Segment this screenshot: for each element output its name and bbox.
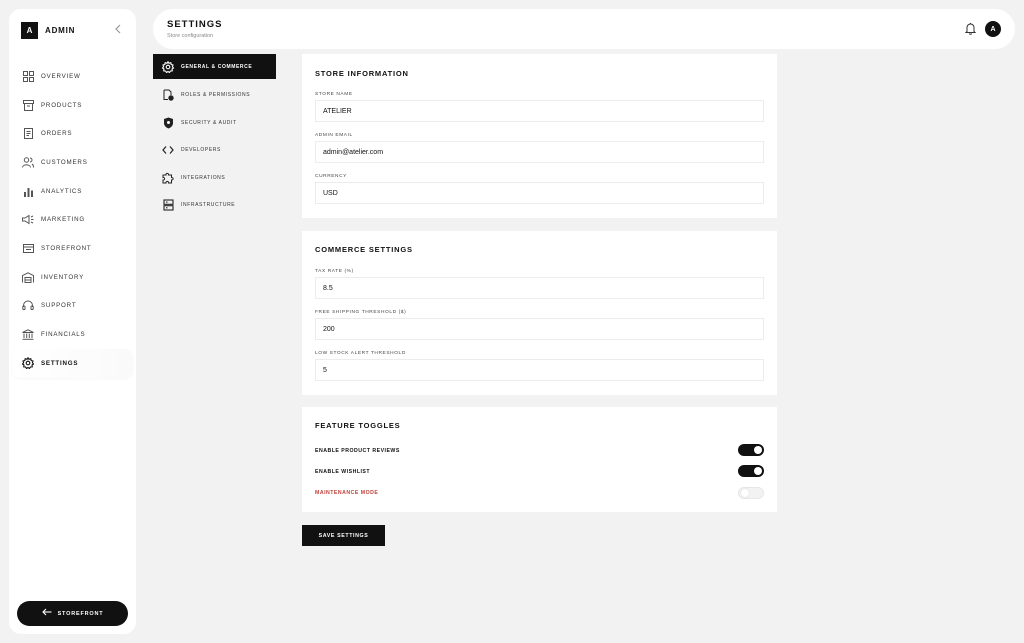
sidebar-item-label: CUSTOMERS xyxy=(41,158,88,166)
subnav-item-security-audit[interactable]: SECURITY & AUDIT xyxy=(153,109,276,137)
sidebar-item-label: ORDERS xyxy=(41,130,73,138)
sidebar-item-financials[interactable]: FINANCIALS xyxy=(9,320,136,349)
storefront-button-label: STOREFRONT xyxy=(57,610,104,617)
sidebar-item-label: STOREFRONT xyxy=(41,244,92,252)
sidebar-item-settings[interactable]: SETTINGS xyxy=(13,348,133,378)
subnav-item-label: DEVELOPERS xyxy=(181,147,221,154)
section-title: FEATURE TOGGLES xyxy=(315,421,401,430)
sidebar-item-label: INVENTORY xyxy=(41,273,85,281)
free-shipping-input[interactable]: 200 xyxy=(315,318,764,340)
save-settings-button[interactable]: SAVE SETTINGS xyxy=(302,525,385,546)
store-name-label: STORE NAME xyxy=(315,92,353,97)
sidebar-item-label: SUPPORT xyxy=(41,302,77,310)
code-icon xyxy=(162,144,174,156)
currency-input[interactable]: USD xyxy=(315,182,764,204)
admin-email-input[interactable]: admin@atelier.com xyxy=(315,141,764,163)
collapse-sidebar-icon[interactable] xyxy=(114,24,122,37)
product-reviews-toggle[interactable] xyxy=(738,444,764,456)
puzzle-icon xyxy=(162,172,174,184)
sidebar-item-label: SETTINGS xyxy=(41,359,79,367)
sidebar-item-label: FINANCIALS xyxy=(41,331,86,339)
avatar[interactable]: A xyxy=(985,21,1001,37)
toggle-knob xyxy=(754,446,762,454)
sidebar-item-support[interactable]: SUPPORT xyxy=(9,292,136,321)
section-title: COMMERCE SETTINGS xyxy=(315,245,413,254)
product-reviews-label: ENABLE PRODUCT REVIEWS xyxy=(315,448,400,454)
feature-toggles-card: FEATURE TOGGLES ENABLE PRODUCT REVIEWS E… xyxy=(302,407,777,512)
brand-name: ADMIN xyxy=(45,26,76,35)
grid-icon xyxy=(22,70,34,82)
toggle-knob xyxy=(741,489,749,497)
subnav-item-label: INFRASTRUCTURE xyxy=(181,202,236,209)
subnav-item-label: SECURITY & AUDIT xyxy=(181,119,237,126)
sidebar-item-orders[interactable]: ORDERS xyxy=(9,119,136,148)
sidebar: A ADMIN OVERVIEW PRODUCTS ORDERS CUSTOME… xyxy=(9,9,136,634)
tax-rate-label: TAX RATE (%) xyxy=(315,269,354,274)
bar-chart-icon xyxy=(22,185,34,197)
sidebar-item-customers[interactable]: CUSTOMERS xyxy=(9,148,136,177)
megaphone-icon xyxy=(22,214,34,226)
commerce-settings-card: COMMERCE SETTINGS TAX RATE (%) 8.5 FREE … xyxy=(302,231,777,395)
brand: A ADMIN xyxy=(21,22,75,39)
gear-icon xyxy=(22,357,34,370)
maintenance-mode-label: MAINTENANCE MODE xyxy=(315,490,379,496)
bank-icon xyxy=(22,329,34,341)
subnav-item-label: GENERAL & COMMERCE xyxy=(181,63,253,70)
clipboard-icon xyxy=(22,128,34,140)
subnav-item-roles-permissions[interactable]: ROLES & PERMISSIONS xyxy=(153,82,276,110)
back-to-storefront-button[interactable]: STOREFRONT xyxy=(17,601,128,626)
headset-icon xyxy=(22,300,34,312)
section-title: STORE INFORMATION xyxy=(315,69,409,78)
sidebar-item-products[interactable]: PRODUCTS xyxy=(9,91,136,120)
wishlist-label: ENABLE WISHLIST xyxy=(315,469,371,475)
bell-icon[interactable] xyxy=(964,22,977,36)
wishlist-toggle[interactable] xyxy=(738,465,764,477)
arrow-left-icon xyxy=(41,608,52,619)
toggle-knob xyxy=(754,467,762,475)
server-icon xyxy=(162,199,174,211)
low-stock-input[interactable]: 5 xyxy=(315,359,764,381)
sidebar-nav: OVERVIEW PRODUCTS ORDERS CUSTOMERS ANALY… xyxy=(9,62,136,378)
sidebar-item-storefront[interactable]: STOREFRONT xyxy=(9,234,136,263)
store-name-input[interactable]: ATELIER xyxy=(315,100,764,122)
subnav-item-integrations[interactable]: INTEGRATIONS xyxy=(153,164,276,192)
shield-icon xyxy=(162,117,174,129)
users-icon xyxy=(22,156,34,168)
subnav-item-label: ROLES & PERMISSIONS xyxy=(181,92,251,99)
free-shipping-label: FREE SHIPPING THRESHOLD ($) xyxy=(315,310,407,315)
low-stock-label: LOW STOCK ALERT THRESHOLD xyxy=(315,351,406,356)
sidebar-item-label: ANALYTICS xyxy=(41,187,83,195)
subnav-item-label: INTEGRATIONS xyxy=(181,174,226,181)
storefront-icon xyxy=(22,242,34,254)
maintenance-mode-toggle[interactable] xyxy=(738,487,764,499)
brand-logo: A xyxy=(21,22,38,39)
settings-subnav: GENERAL & COMMERCE ROLES & PERMISSIONS S… xyxy=(153,54,276,219)
sidebar-item-label: MARKETING xyxy=(41,216,85,224)
page-subtitle: Store configuration xyxy=(167,33,214,39)
gear-icon xyxy=(162,60,174,73)
subnav-item-general-commerce[interactable]: GENERAL & COMMERCE xyxy=(153,54,276,79)
user-lock-icon xyxy=(162,89,174,101)
sidebar-item-label: PRODUCTS xyxy=(41,101,83,109)
subnav-item-developers[interactable]: DEVELOPERS xyxy=(153,137,276,165)
page-title: SETTINGS xyxy=(167,19,223,30)
sidebar-item-marketing[interactable]: MARKETING xyxy=(9,205,136,234)
store-information-card: STORE INFORMATION STORE NAME ATELIER ADM… xyxy=(302,54,777,218)
sidebar-item-analytics[interactable]: ANALYTICS xyxy=(9,177,136,206)
sidebar-item-label: OVERVIEW xyxy=(41,72,81,80)
tax-rate-input[interactable]: 8.5 xyxy=(315,277,764,299)
admin-email-label: ADMIN EMAIL xyxy=(315,133,353,138)
sidebar-item-overview[interactable]: OVERVIEW xyxy=(9,62,136,91)
subnav-item-infrastructure[interactable]: INFRASTRUCTURE xyxy=(153,192,276,220)
warehouse-icon xyxy=(22,271,34,283)
header: SETTINGS Store configuration A xyxy=(153,9,1015,49)
sidebar-item-inventory[interactable]: INVENTORY xyxy=(9,263,136,292)
box-icon xyxy=(22,99,34,111)
currency-label: CURRENCY xyxy=(315,174,347,179)
